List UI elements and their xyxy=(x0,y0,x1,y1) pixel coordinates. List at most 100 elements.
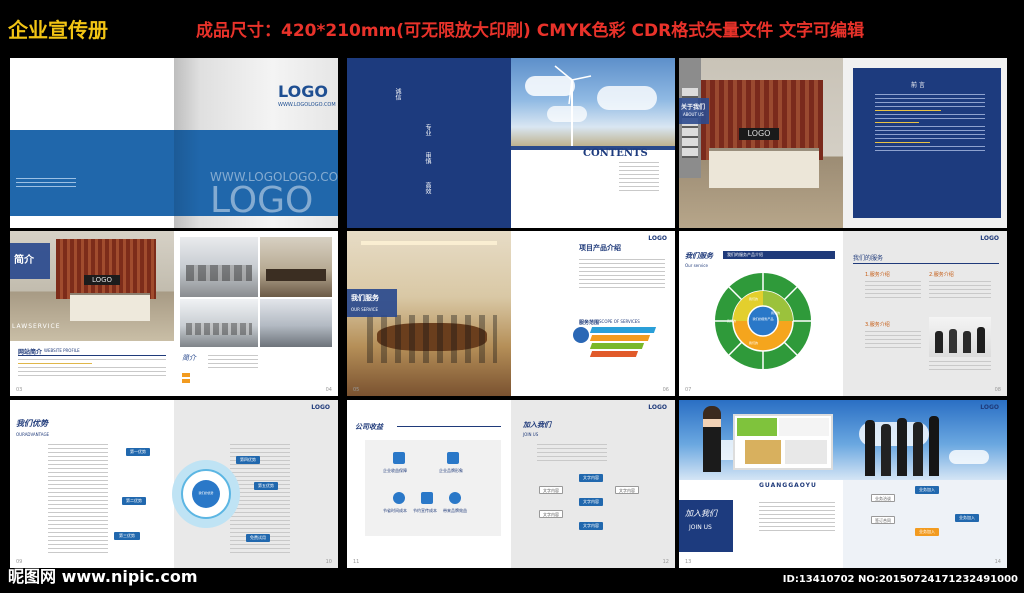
join-flow-box: 签订合同 xyxy=(871,516,895,524)
join-cn: 加入我们 xyxy=(523,420,551,429)
service-logo: LOGO xyxy=(648,235,667,242)
join-flow-box: 业务加入 xyxy=(915,486,939,494)
grid-icon xyxy=(447,452,459,464)
join-logo: LOGO xyxy=(980,404,999,411)
join-flow-box: 文字内容 xyxy=(579,498,603,506)
join-brand: GUANGGAOYU xyxy=(759,482,817,489)
page-number: 11 xyxy=(353,559,360,565)
brochure-service: 我们服务 OUR SERVICE LOGO 项目产品介绍 服务范围 SCOPE … xyxy=(347,231,675,396)
contents-title: CONTENTS xyxy=(583,148,648,159)
chart-icon xyxy=(421,492,433,504)
join-flow-box: 文字内容 xyxy=(579,474,603,482)
join-cn-title: 加入我们 xyxy=(685,509,717,518)
benefit-label: 节约宣传成本 xyxy=(413,508,437,513)
benefit-label: 节省时间成本 xyxy=(383,508,407,513)
join-flow-box: 文字内容 xyxy=(539,510,563,518)
benefits-logo: LOGO xyxy=(648,404,667,411)
cover-big-logo: LOGO xyxy=(210,180,314,221)
brochure-our-service: 我们服务 Our service 我们的服务产品介绍 我们的服务产品 我们的 我… xyxy=(679,231,1007,396)
intro-logo: LOGO xyxy=(84,275,120,285)
contents-word: 高效 xyxy=(424,182,431,194)
brochure-contents: 诚信 专业 审慎 高效 CONTENTS xyxy=(347,58,675,228)
wheel-center: 我们的服务产品 xyxy=(752,317,774,321)
brochure-benefits: 公司收益 企业收益保障 企业品牌形象 节省时间成本 节约宣传成本 带来品牌效益 … xyxy=(347,400,675,568)
contents-word: 审慎 xyxy=(424,152,431,164)
scope-en: SCOPE OF SERVICES xyxy=(599,319,640,324)
contents-words: 诚信 xyxy=(393,88,413,112)
page-number: 08 xyxy=(994,387,1001,393)
brochure-advantage: LOGO 我们优势 OURADVANTAGE 我们的优势 第一优势 第二优势 第… xyxy=(10,400,338,568)
preface-title: 前 言 xyxy=(911,82,925,89)
advantage-box: 免费试用 xyxy=(246,534,270,542)
benefit-label: 企业品牌形象 xyxy=(439,468,463,473)
page-number: 14 xyxy=(994,559,1001,565)
service-item: 1.服务介绍 xyxy=(865,272,890,278)
brochure-about: LOGO 关于我们 ABOUT US 前 言 xyxy=(679,58,1007,228)
wheel-label: 我们的 xyxy=(727,319,737,323)
watermark: 昵图网 www.nipic.com xyxy=(8,567,198,586)
brochure-join: LOGO GUANGGAOYU 加入我们 JOIN US 13 业务洽谈 签订合… xyxy=(679,400,1007,568)
our-service-bar: 我们的服务产品介绍 xyxy=(727,252,763,257)
page-number: 03 xyxy=(16,387,23,393)
wheel-label: 我们的 xyxy=(771,311,781,315)
page-number: 10 xyxy=(325,559,332,565)
about-en: ABOUT US xyxy=(683,112,704,117)
project-title: 项目产品介绍 xyxy=(579,243,621,252)
benefits-cn: 公司收益 xyxy=(355,422,383,431)
advantage-box: 第四优势 xyxy=(236,456,260,464)
header-spec: 成品尺寸：420*210mm(可无限放大印刷) CMYK色彩 CDR格式矢量文件… xyxy=(196,21,865,41)
header-title: 企业宣传册 xyxy=(8,18,108,42)
about-cn: 关于我们 xyxy=(681,104,706,111)
service-item: 2.服务介绍 xyxy=(929,272,954,278)
advantage-en: OURADVANTAGE xyxy=(16,432,50,437)
advantage-logo: LOGO xyxy=(311,404,330,411)
service-en: OUR SERVICE xyxy=(351,307,378,312)
join-flow-box: 文字内容 xyxy=(539,486,563,494)
advantage-box: 第五优势 xyxy=(254,482,278,490)
page-number: 07 xyxy=(685,387,692,393)
wheel-label: 我们的 xyxy=(749,297,759,301)
intro-cn: 简介 xyxy=(14,255,34,266)
shield-icon xyxy=(393,452,405,464)
office-photo-2 xyxy=(260,237,332,297)
intro-subtitle-en: WEBSITE PROFILE xyxy=(44,348,80,353)
page-number: 12 xyxy=(662,559,669,565)
cover-logo: LOGO xyxy=(278,82,328,101)
join-flow-box: 文字内容 xyxy=(615,486,639,494)
advantage-box: 第二优势 xyxy=(122,497,146,505)
advantage-center: 我们的优势 xyxy=(198,491,214,495)
join-flow-box: 文字内容 xyxy=(579,522,603,530)
advantage-box: 第三优势 xyxy=(114,532,140,540)
our-service-logo: LOGO xyxy=(980,235,999,242)
award-icon xyxy=(449,492,461,504)
clock-icon xyxy=(393,492,405,504)
header: 企业宣传册 成品尺寸：420*210mm(可无限放大印刷) CMYK色彩 CDR… xyxy=(0,0,1024,52)
brochure-cover: LOGO WWW.LOGOLOGO.COM WWW.LOGOLOGO.COM L… xyxy=(10,58,338,228)
wheel-label: 我们的 xyxy=(749,341,759,345)
page-number: 04 xyxy=(325,387,332,393)
wind-turbine-icon xyxy=(554,65,592,150)
page-number: 05 xyxy=(353,387,360,393)
join-flow-box: 业务加入 xyxy=(915,528,939,536)
office-photo-4 xyxy=(260,299,332,347)
about-logo: LOGO xyxy=(739,128,779,140)
advantage-cn: 我们优势 xyxy=(16,418,48,428)
page-number: 13 xyxy=(685,559,692,565)
join-flow-box: 业务洽谈 xyxy=(871,494,895,502)
join-en: JOIN US xyxy=(523,432,539,437)
brochure-intro: LOGO 简介 LAWSERVICE 网站简介 WEBSITE PROFILE … xyxy=(10,231,338,396)
advantage-box: 第一优势 xyxy=(126,448,150,456)
benefit-label: 企业收益保障 xyxy=(383,468,407,473)
our-service-right-title: 我们的服务 xyxy=(853,255,884,262)
our-service-en: Our service xyxy=(685,263,708,268)
join-flow-box: 业务加入 xyxy=(955,514,979,522)
join-en-title: JOIN US xyxy=(689,524,712,531)
service-item: 3.服务介绍 xyxy=(865,322,890,328)
intro-en: LAWSERVICE xyxy=(12,323,61,330)
our-service-cn: 我们服务 xyxy=(685,251,713,260)
cover-url: WWW.LOGOLOGO.COM xyxy=(278,102,336,108)
service-cn: 我们服务 xyxy=(351,293,379,302)
benefit-label: 带来品牌效益 xyxy=(443,508,467,513)
image-id: ID:13410702 NO:20150724171232491000 xyxy=(782,574,1018,585)
scope-title: 服务范围 xyxy=(579,320,600,326)
